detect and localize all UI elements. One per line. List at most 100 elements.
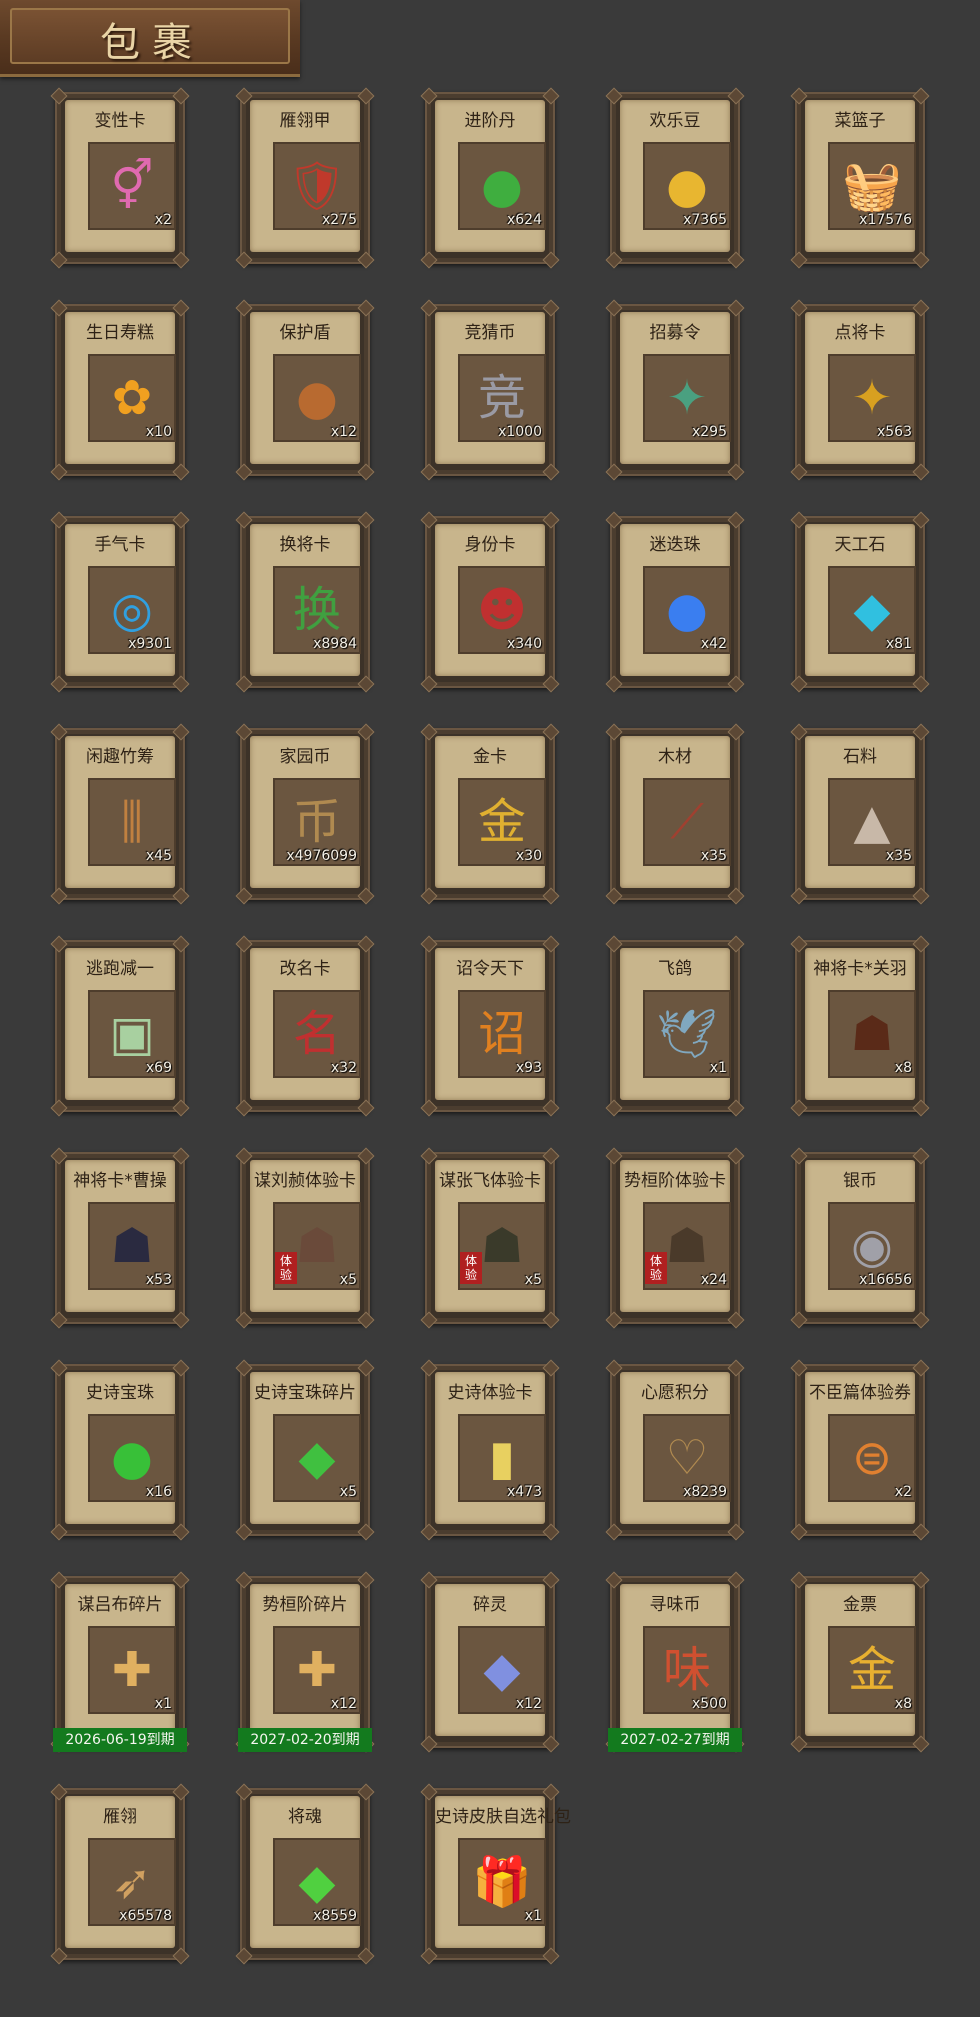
inventory-item-card[interactable]: 迷迭珠 ● x42	[605, 511, 745, 693]
inventory-item-card[interactable]: 史诗宝珠 ● x16	[50, 1359, 190, 1541]
inventory-item-card[interactable]: 天工石 ◆ x81	[790, 511, 930, 693]
card-corner-ornament	[912, 1359, 930, 1377]
item-name: 银币	[843, 1171, 877, 1191]
inventory-item-card[interactable]: 生日寿糕 ✿ x10	[50, 299, 190, 481]
inventory-item-card[interactable]: 身份卡 ☻ x340	[420, 511, 560, 693]
item-icon-frame: 🛡 x275	[273, 142, 361, 230]
card-corner-ornament	[542, 675, 560, 693]
inventory-item-card[interactable]: 史诗皮肤自选礼包 🎁 x1	[420, 1783, 571, 1965]
card-panel: 雁翎 ➶ x65578	[65, 1796, 176, 1948]
card-panel: 史诗皮肤自选礼包 🎁 x1	[435, 1796, 571, 1948]
zhangfei-portrait-icon: ☗	[480, 1218, 524, 1274]
inventory-item-card[interactable]: 金票金 x8	[790, 1571, 930, 1753]
inventory-item-card[interactable]: 史诗体验卡 ▮ x473	[420, 1359, 560, 1541]
inventory-item-card[interactable]: 史诗宝珠碎片 ◆ x5	[235, 1359, 375, 1541]
inventory-item-card[interactable]: 换将卡换 x8984	[235, 511, 375, 693]
stone-icon: ▲	[853, 794, 891, 850]
inventory-item-card[interactable]: 银币 ◉ x16656	[790, 1147, 930, 1329]
card-panel: 点将卡 ✦ x563	[805, 312, 916, 464]
card-panel: 菜篮子 🧺 x17576	[805, 100, 916, 252]
card-panel: 手气卡 ◎ x9301	[65, 524, 176, 676]
inventory-item-card[interactable]: 保护盾 ● x12	[235, 299, 375, 481]
card-corner-ornament	[727, 463, 745, 481]
item-name: 金票	[843, 1595, 877, 1615]
inventory-item-card[interactable]: 菜篮子 🧺 x17576	[790, 87, 930, 269]
inventory-item-card[interactable]: 家园币币 x4976099	[235, 723, 375, 905]
inventory-item-card[interactable]: 石料 ▲ x35	[790, 723, 930, 905]
card-corner-ornament	[542, 723, 560, 741]
inventory-item-card[interactable]: 金卡金 x30	[420, 723, 560, 905]
card-corner-ornament	[357, 1147, 375, 1165]
inventory-item-card[interactable]: 进阶丹 ● x624	[420, 87, 560, 269]
inventory-item-card[interactable]: 谋张飞体验卡 ☗ 体验 x5	[420, 1147, 560, 1329]
inventory-item-card[interactable]: 将魂 ◆ x8559	[235, 1783, 375, 1965]
inventory-item-card[interactable]: 雁翎 ➶ x65578	[50, 1783, 190, 1965]
item-name: 雁翎	[103, 1807, 137, 1827]
inventory-item-card[interactable]: 谋刘赪体验卡 ☗ 体验 x5	[235, 1147, 375, 1329]
card-corner-ornament	[172, 887, 190, 905]
inventory-item-card[interactable]: 欢乐豆 ● x7365	[605, 87, 745, 269]
inventory-item-card[interactable]: 寻味币味 x500 2027-02-27到期	[605, 1571, 745, 1753]
card-panel: 金票金 x8	[805, 1584, 916, 1736]
item-icon-frame: 币 x4976099	[273, 778, 361, 866]
item-quantity: x295	[691, 424, 727, 440]
inventory-item-card[interactable]: 竞猜币竞 x1000	[420, 299, 560, 481]
bamboo-tally-icon: ⫼	[120, 794, 144, 850]
item-name: 神将卡*曹操	[73, 1171, 167, 1191]
item-name: 家园币	[279, 747, 331, 767]
item-quantity: x30	[515, 848, 542, 864]
inventory-item-card[interactable]: 逃跑减一 ▣ x69	[50, 935, 190, 1117]
inventory-item-card[interactable]: 神将卡*曹操 ☗ x53	[50, 1147, 190, 1329]
caocao-portrait-icon: ☗	[110, 1218, 154, 1274]
card-corner-ornament	[605, 675, 623, 693]
card-panel: 进阶丹 ● x624	[435, 100, 546, 252]
item-icon-frame: ✦ x563	[828, 354, 916, 442]
item-quantity: x563	[876, 424, 912, 440]
inventory-item-card[interactable]: 木材 ⟋ x35	[605, 723, 745, 905]
inventory-item-card[interactable]: 闲趣竹筹 ⫼ x45	[50, 723, 190, 905]
blue-orb-icon: ●	[666, 582, 708, 638]
inventory-item-card[interactable]: 势桓阶体验卡 ☗ 体验 x24	[605, 1147, 745, 1329]
item-quantity: x624	[506, 212, 542, 228]
inventory-item-card[interactable]: 变性卡 ⚥ x2	[50, 87, 190, 269]
card-corner-ornament	[912, 675, 930, 693]
item-name: 迷迭珠	[649, 535, 701, 555]
card-corner-ornament	[727, 87, 745, 105]
item-quantity: x8984	[313, 636, 357, 652]
card-corner-ornament	[727, 251, 745, 269]
green-pill-icon: ●	[481, 158, 523, 214]
item-quantity: x5	[524, 1272, 542, 1288]
item-name: 金卡	[473, 747, 507, 767]
item-quantity: x17576	[859, 212, 912, 228]
armor-icon: 🛡	[286, 158, 348, 214]
card-corner-ornament	[542, 1099, 560, 1117]
card-panel: 生日寿糕 ✿ x10	[65, 312, 176, 464]
inventory-item-card[interactable]: 手气卡 ◎ x9301	[50, 511, 190, 693]
item-name: 招募令	[649, 323, 701, 343]
silver-coin-icon: 竞	[477, 370, 526, 426]
item-name: 不臣篇体验券	[809, 1383, 911, 1403]
inventory-item-card[interactable]: 谋吕布碎片 ✚ x1 2026-06-19到期	[50, 1571, 190, 1753]
card-corner-ornament	[542, 935, 560, 953]
inventory-item-card[interactable]: 点将卡 ✦ x563	[790, 299, 930, 481]
card-corner-ornament	[50, 1523, 68, 1541]
inventory-item-card[interactable]: 飞鸽 🕊 x1	[605, 935, 745, 1117]
ticket-icon: ⊜	[851, 1430, 893, 1486]
inventory-item-card[interactable]: 招募令 ✦ x295	[605, 299, 745, 481]
inventory-item-card[interactable]: 心愿积分 ♡ x8239	[605, 1359, 745, 1541]
item-name: 势桓阶碎片	[262, 1595, 348, 1615]
inventory-item-card[interactable]: 神将卡*关羽 ☗ x8	[790, 935, 930, 1117]
inventory-item-card[interactable]: 诏令天下诏 x93	[420, 935, 560, 1117]
huanjie-portrait-icon: ☗	[665, 1218, 709, 1274]
item-name: 菜篮子	[834, 111, 886, 131]
inventory-item-card[interactable]: 势桓阶碎片 ✚ x12 2027-02-20到期	[235, 1571, 375, 1753]
item-icon-frame: 换 x8984	[273, 566, 361, 654]
inventory-item-card[interactable]: 碎灵 ◆ x12	[420, 1571, 560, 1753]
card-corner-ornament	[912, 299, 930, 317]
inventory-item-card[interactable]: 不臣篇体验券 ⊜ x2	[790, 1359, 930, 1541]
card-corner-ornament	[912, 511, 930, 529]
wood-icon: ⟋	[670, 794, 704, 850]
item-quantity: x16	[145, 1484, 172, 1500]
inventory-item-card[interactable]: 改名卡名 x32	[235, 935, 375, 1117]
inventory-item-card[interactable]: 雁翎甲 🛡 x275	[235, 87, 375, 269]
